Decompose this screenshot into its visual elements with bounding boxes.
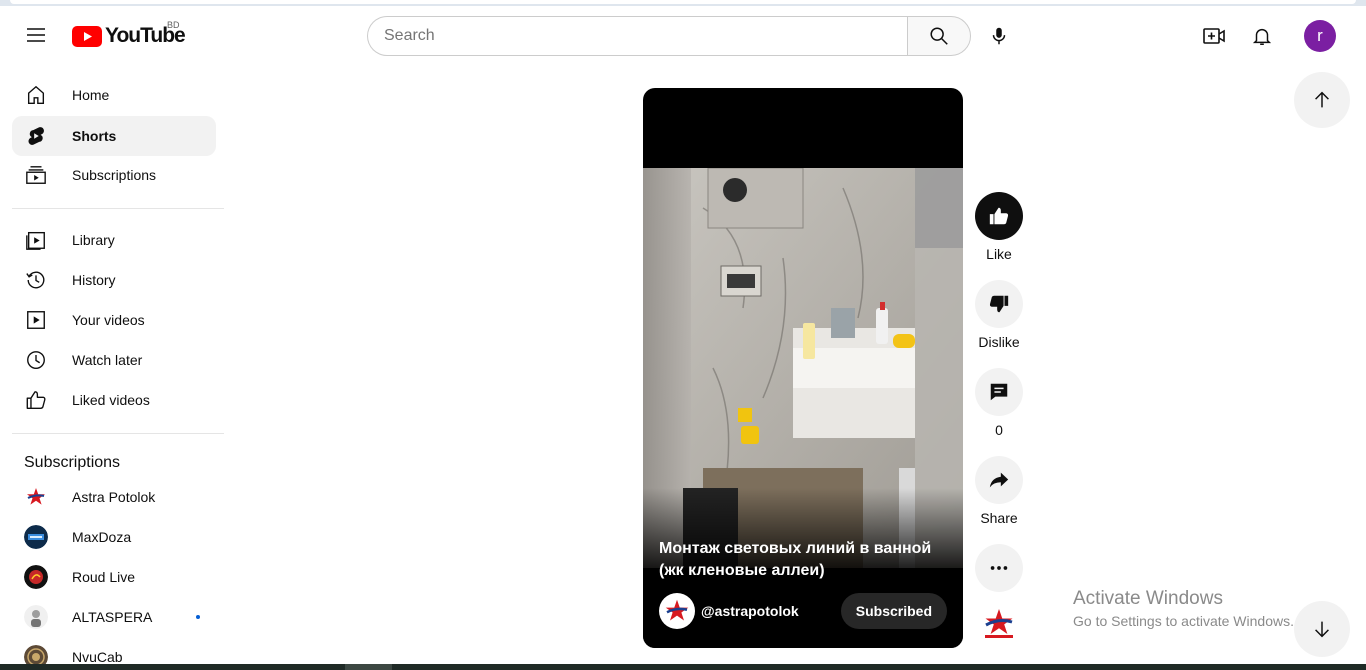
share-icon: [989, 472, 1009, 488]
channel-handle[interactable]: @astrapotolok: [701, 603, 799, 619]
like-button[interactable]: [975, 192, 1023, 240]
comment-icon: [990, 383, 1008, 401]
thumbs-down-icon: [989, 295, 1009, 313]
dislike-button[interactable]: [975, 280, 1023, 328]
activate-windows-watermark: Activate Windows Go to Settings to activ…: [1073, 588, 1294, 629]
sidebar-item-label: Your videos: [72, 312, 145, 328]
subscription-astra-potolok[interactable]: Astra Potolok: [12, 477, 216, 517]
menu-button[interactable]: [16, 15, 56, 55]
comments-button[interactable]: [975, 368, 1023, 416]
sidebar-item-label: Watch later: [72, 352, 143, 368]
like-action: Like: [975, 192, 1023, 262]
more-action: [975, 544, 1023, 592]
sidebar-item-label: Home: [72, 87, 110, 103]
youtube-logo[interactable]: YouTube BD: [72, 20, 186, 48]
channel-avatar: [24, 485, 48, 509]
share-button[interactable]: [975, 456, 1023, 504]
subscription-name: ALTASPERA: [72, 609, 153, 625]
comments-count: 0: [995, 422, 1003, 438]
bell-icon: [1252, 28, 1272, 45]
thumbs-up-icon: [24, 388, 48, 412]
subscription-altaspera[interactable]: ALTASPERA: [12, 597, 216, 637]
subscription-name: NvuCab: [72, 649, 123, 665]
arrow-up-icon: [1315, 91, 1329, 108]
sidebar-item-label: History: [72, 272, 116, 288]
microphone-icon: [992, 27, 1006, 45]
history-icon: [24, 268, 48, 292]
channel-avatar[interactable]: [659, 593, 695, 629]
share-label: Share: [980, 510, 1018, 526]
youtube-play-icon: [72, 25, 102, 47]
more-horizontal-icon: [990, 566, 1008, 570]
channel-avatar: [24, 525, 48, 549]
sidebar-item-label: Liked videos: [72, 392, 150, 408]
channel-row: @astrapotolok Subscribed: [659, 593, 947, 629]
video-plus-icon: [1203, 28, 1225, 44]
sidebar-item-history[interactable]: History: [12, 260, 216, 300]
watch-later-icon: [24, 348, 48, 372]
watermark-title: Activate Windows: [1073, 588, 1223, 609]
dislike-label: Dislike: [978, 334, 1020, 350]
subscriptions-icon: [24, 163, 48, 187]
subscribed-button[interactable]: Subscribed: [840, 593, 947, 629]
search-bar: [367, 16, 971, 56]
like-label: Like: [986, 246, 1012, 262]
notifications-button[interactable]: [1242, 16, 1282, 56]
channel-avatar: [24, 605, 48, 629]
shorts-player[interactable]: Монтаж световых линий в ванной (жк клено…: [643, 88, 963, 648]
short-title[interactable]: Монтаж световых линий в ванной (жк клено…: [659, 538, 949, 582]
hamburger-icon: [27, 28, 45, 42]
taskbar-edge: [0, 664, 1366, 670]
create-button[interactable]: [1194, 16, 1234, 56]
sidebar-item-watch-later[interactable]: Watch later: [12, 340, 216, 380]
home-icon: [24, 83, 48, 107]
subscription-maxdoza[interactable]: MaxDoza: [12, 517, 216, 557]
channel-avatar: [24, 565, 48, 589]
library-icon: [24, 228, 48, 252]
sidebar-divider: [12, 433, 224, 434]
thumbs-up-icon: [989, 207, 1009, 225]
next-short-button[interactable]: [1294, 601, 1350, 657]
sidebar-item-your-videos[interactable]: Your videos: [12, 300, 216, 340]
your-videos-icon: [24, 308, 48, 332]
account-avatar[interactable]: r: [1304, 20, 1336, 52]
search-icon: [930, 27, 948, 45]
dislike-action: Dislike: [975, 280, 1023, 350]
sidebar-item-home[interactable]: Home: [12, 75, 216, 115]
sidebar-item-label: Shorts: [72, 128, 117, 144]
audio-source-thumbnail[interactable]: [979, 603, 1019, 643]
sidebar-item-shorts[interactable]: Shorts: [12, 116, 216, 156]
subscription-roud-live[interactable]: Roud Live: [12, 557, 216, 597]
voice-search-button[interactable]: [979, 16, 1019, 56]
sidebar-item-liked-videos[interactable]: Liked videos: [12, 380, 216, 420]
more-options-button[interactable]: [975, 544, 1023, 592]
sidebar-item-library[interactable]: Library: [12, 220, 216, 260]
sidebar: Home Shorts Subscriptions Library Histor…: [0, 64, 228, 670]
shorts-icon: [24, 124, 48, 148]
sidebar-item-label: Subscriptions: [72, 167, 157, 183]
comments-action: 0: [975, 368, 1023, 438]
sidebar-divider: [12, 208, 224, 209]
previous-short-button[interactable]: [1294, 72, 1350, 128]
search-button[interactable]: [907, 16, 971, 56]
region-code: BD: [167, 20, 180, 30]
arrow-down-icon: [1315, 621, 1329, 638]
subscription-name: MaxDoza: [72, 529, 132, 545]
new-content-dot: [196, 615, 200, 619]
subscriptions-heading: Subscriptions: [24, 454, 121, 471]
search-input[interactable]: [367, 16, 907, 56]
sidebar-item-subscriptions[interactable]: Subscriptions: [12, 155, 216, 195]
astra-logo-icon: [979, 603, 1019, 643]
masthead: YouTube BD r: [0, 6, 1366, 64]
subscription-name: Astra Potolok: [72, 489, 156, 505]
subscription-name: Roud Live: [72, 569, 136, 585]
share-action: Share: [975, 456, 1023, 526]
sidebar-item-label: Library: [72, 232, 115, 248]
watermark-subtitle: Go to Settings to activate Windows.: [1073, 613, 1294, 629]
